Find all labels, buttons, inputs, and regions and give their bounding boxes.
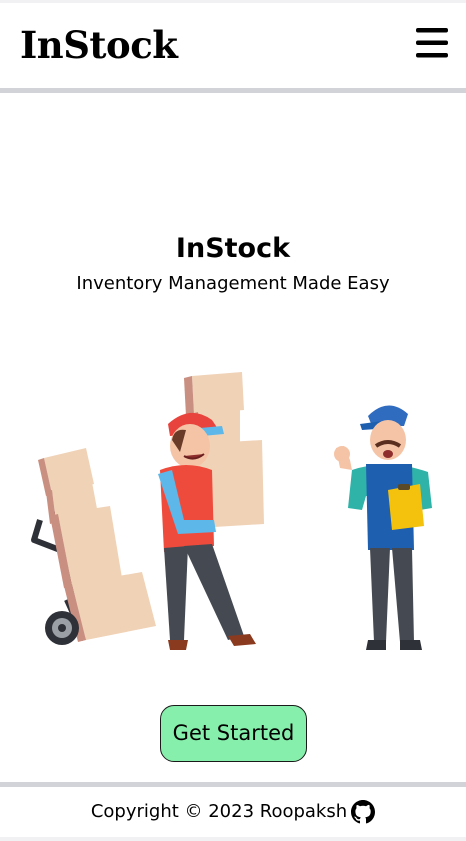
hero-title: InStock [175,233,291,264]
hamburger-menu-icon[interactable] [413,25,451,61]
brand-logo[interactable]: InStock [20,23,178,67]
bottom-edge [0,837,466,841]
get-started-button[interactable]: Get Started [160,705,307,762]
worker-with-clipboard [334,405,432,650]
hero-illustration [0,360,466,660]
copyright-line: Copyright © 2023 Roopaksh [90,800,376,824]
navbar-divider [0,88,466,93]
worker-carrying-boxes [158,372,264,650]
footer: Copyright © 2023 Roopaksh [0,787,466,837]
hero-subtitle: Inventory Management Made Easy [76,273,390,294]
navbar: InStock [0,3,466,88]
github-icon[interactable] [351,800,376,824]
copyright-text: Copyright © 2023 Roopaksh [90,801,348,822]
hand-truck [31,448,156,645]
